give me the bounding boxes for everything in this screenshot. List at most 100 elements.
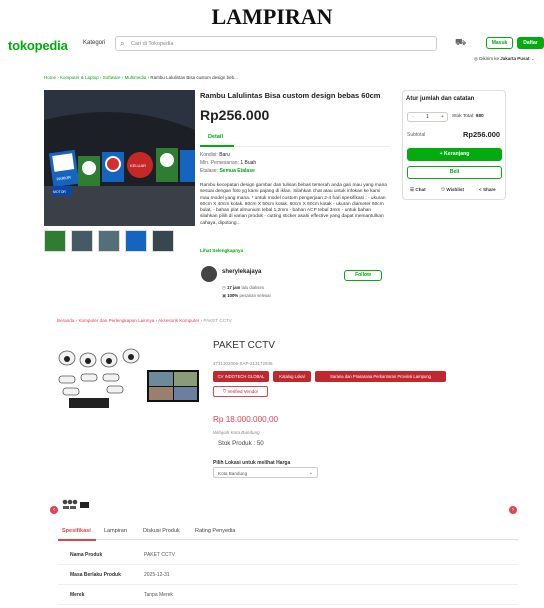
search-placeholder: Cari di Tokopedia <box>131 41 174 47</box>
seller-process-stat: ▣ 100% pesanan selesai <box>222 293 271 299</box>
breadcrumb-item[interactable]: Komputer & Laptop <box>60 75 99 80</box>
add-to-cart-button[interactable]: + Keranjang <box>407 148 502 161</box>
kondisi-label: Kondisi: <box>200 152 218 158</box>
breadcrumb-item[interactable]: Aksesoris Komputer <box>158 318 199 323</box>
thumbnail[interactable] <box>98 230 120 252</box>
stock-total: Stok Total: 980 <box>452 114 484 119</box>
tab-spesifikasi[interactable]: Spesifikasi <box>62 528 91 534</box>
chevron-down-icon: ⌄ <box>530 56 535 61</box>
clock-icon: ◷ <box>222 285 226 290</box>
box-icon: ▣ <box>222 293 227 298</box>
subtotal-label: Subtotal <box>407 132 426 138</box>
seller-online-stat: ◷ 17 jam lalu diakses <box>222 285 264 291</box>
heart-icon: ♡ <box>441 187 446 192</box>
read-more-link[interactable]: Lihat Selengkapnya <box>200 248 243 253</box>
breadcrumb-current: Rambu Lalulintas Bisa custom design beb.… <box>150 75 238 80</box>
share-button[interactable]: < Share <box>479 187 496 192</box>
cctv-product-image[interactable] <box>55 340 205 415</box>
processed-value: 100% <box>227 293 239 298</box>
vendor-tag[interactable]: CV INDOTECH GLOBAL <box>213 371 269 382</box>
wishlist-button[interactable]: ♡ Wishlist <box>441 187 464 193</box>
chat-icon: ☰ <box>410 187 415 192</box>
breadcrumb-item[interactable]: Home <box>44 75 56 80</box>
spec-key: Merek <box>70 592 85 598</box>
product-main-image[interactable]: PARKIR KELUAR MOTOR <box>44 90 195 226</box>
location-icon: ◎ <box>474 56 478 61</box>
spec-value: Tanpa Merek <box>144 592 173 598</box>
carousel-next-button[interactable]: › <box>509 506 517 514</box>
cart-box <box>402 90 506 200</box>
seller-avatar[interactable] <box>201 266 217 282</box>
login-button[interactable]: Masuk <box>486 37 513 49</box>
online-value: 17 jam <box>226 285 241 290</box>
plus-icon[interactable]: + <box>441 114 444 120</box>
tab-diskusi[interactable]: Diskusi Produk <box>143 528 180 534</box>
thumbnail[interactable] <box>125 230 147 252</box>
tab-rating[interactable]: Rating Penyedia <box>195 528 235 534</box>
kondisi-value: Baru <box>219 152 230 158</box>
carousel-prev-button[interactable]: ‹ <box>50 506 58 514</box>
thumbnail[interactable] <box>71 230 93 252</box>
stock-value: 980 <box>475 114 484 119</box>
cctv-thumbnail[interactable] <box>62 498 90 510</box>
subtotal-value: Rp256.000 <box>463 130 501 139</box>
tab-underline <box>200 145 234 147</box>
min-order-label: Min. Pemesanan: <box>200 160 239 166</box>
search-input[interactable]: ⌕ Cari di Tokopedia <box>115 36 437 51</box>
kategori-menu[interactable]: Kategori <box>83 40 105 46</box>
quantity-value: 1 <box>426 114 429 120</box>
minus-icon[interactable]: − <box>412 114 415 120</box>
spec-row: Merek Tanpa Merek <box>58 585 518 605</box>
chat-button[interactable]: ☰ Chat <box>410 187 426 193</box>
thumbnail[interactable] <box>44 230 66 252</box>
spec-row: Masa Berlaku Produk 2025-12-31 <box>58 565 518 585</box>
shipping-location[interactable]: ◎ Dikirim ke Jakarta Pusat ⌄ <box>474 56 535 62</box>
eproc-sku: 4731302006-SAP-213172945 <box>213 361 273 366</box>
eproc-stock: Stok Produk : 50 <box>218 440 264 447</box>
product-title: Rambu Lalulintas Bisa custom design beba… <box>200 91 381 100</box>
buy-button[interactable]: Beli <box>407 166 502 179</box>
ship-prefix: Dikirim ke <box>479 56 499 61</box>
breadcrumb-item[interactable]: Beranda <box>57 318 74 323</box>
register-button[interactable]: Daftar <box>517 37 544 49</box>
eproc-product-title: PAKET CCTV <box>213 340 275 351</box>
thumbnail[interactable] <box>152 230 174 252</box>
breadcrumb-item[interactable]: Multimedia <box>125 75 147 80</box>
eproc-price: Rp 18.000.000,00 <box>213 415 279 424</box>
etalase-row: Etalase: Semua Etalase <box>200 168 255 174</box>
quantity-stepper[interactable]: − 1 + <box>407 112 448 122</box>
breadcrumb-item[interactable]: Software <box>103 75 121 80</box>
breadcrumb-item[interactable]: Komputer dan Perlengkapan Lainnya <box>78 318 154 323</box>
eproc-tabbar: Spesifikasi Lampiran Diskusi Produk Rati… <box>58 525 518 540</box>
spec-key: Masa Berlaku Produk <box>70 572 121 578</box>
spec-key: Nama Produk <box>70 552 103 558</box>
tokopedia-logo[interactable]: tokopedia <box>8 38 68 53</box>
breadcrumb: Home › Komputer & Laptop › Software › Mu… <box>44 75 238 80</box>
cart-icon[interactable]: ⛟ <box>455 37 466 49</box>
etalase-label: Etalase: <box>200 168 219 174</box>
min-order-row: Min. Pemesanan: 1 Buah <box>200 160 256 166</box>
chat-label: Chat <box>415 187 426 192</box>
location-select-value: Kota Bandung <box>218 471 248 476</box>
etalase-link[interactable]: Semua Etalase <box>219 168 254 174</box>
share-icon: < <box>479 187 482 192</box>
processed-suffix: pesanan selesai <box>239 293 271 298</box>
spec-row: Nama Produk PAKET CCTV <box>58 545 518 565</box>
ship-city: Jakarta Pusat <box>500 56 530 61</box>
spec-value: 2025-12-31 <box>144 572 170 578</box>
chevron-down-icon: ⌄ <box>308 470 313 476</box>
catalog-tag[interactable]: Katalog Lokal <box>273 371 311 382</box>
location-select-label: Pilih Lokasi untuk melihat Harga <box>213 460 291 466</box>
share-label: Share <box>482 187 496 192</box>
tab-detail[interactable]: Detail <box>208 134 223 140</box>
cart-box-title: Atur jumlah dan catatan <box>406 96 475 102</box>
seller-name[interactable]: sherylekajaya <box>222 269 261 275</box>
tab-lampiran[interactable]: Lampiran <box>104 528 127 534</box>
follow-button[interactable]: Follow <box>344 270 382 281</box>
stock-label: Stok Total: <box>452 114 475 119</box>
min-order-value: 1 Buah <box>240 160 257 166</box>
eproc-breadcrumb: Beranda › Komputer dan Perlengkapan Lain… <box>57 318 232 323</box>
category-tag[interactable]: Sarana dan Prasarana Perkantoran Provins… <box>315 371 446 382</box>
location-select[interactable]: Kota Bandung ⌄ <box>213 467 318 478</box>
kondisi-row: Kondisi: Baru <box>200 152 230 158</box>
